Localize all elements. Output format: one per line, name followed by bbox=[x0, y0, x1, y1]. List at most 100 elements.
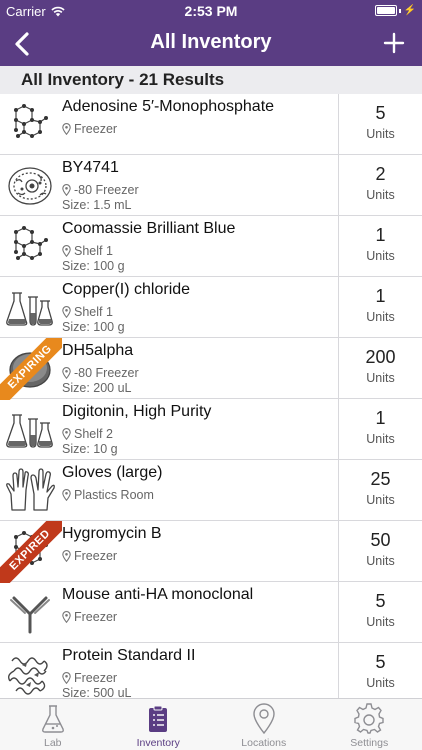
tab-locations[interactable]: Locations bbox=[211, 699, 317, 750]
item-location: Shelf 1 bbox=[62, 303, 332, 320]
quantity-unit: Units bbox=[366, 554, 395, 568]
quantity-unit: Units bbox=[366, 615, 395, 629]
battery-icon: ⚡ bbox=[374, 5, 416, 16]
item-name: Hygromycin B bbox=[62, 525, 162, 542]
map-pin-icon bbox=[211, 703, 317, 735]
item-info: Adenosine 5′-Monophosphate Freezer bbox=[62, 98, 332, 153]
item-name: Copper(I) chloride bbox=[62, 281, 191, 298]
inventory-row[interactable]: Coomassie Brilliant Blue Shelf 1 Size: 1… bbox=[0, 216, 422, 277]
tab-label: Locations bbox=[241, 737, 287, 749]
item-quantity: 50 Units bbox=[338, 521, 422, 581]
item-quantity: 5 Units bbox=[338, 643, 422, 698]
item-quantity: 5 Units bbox=[338, 94, 422, 154]
inventory-row[interactable]: DH5alpha -80 Freezer Size: 200 uL 200 Un… bbox=[0, 338, 422, 400]
quantity-unit: Units bbox=[366, 676, 395, 690]
item-info: Gloves (large) Plastics Room bbox=[62, 464, 332, 519]
clipboard-icon bbox=[106, 703, 212, 735]
item-quantity: 2 Units bbox=[338, 155, 422, 215]
item-location-label: Shelf 1 bbox=[74, 304, 113, 319]
item-name: Gloves (large) bbox=[62, 464, 163, 481]
item-location-label: Shelf 2 bbox=[74, 426, 113, 441]
item-name: Mouse anti-HA monoclonal bbox=[62, 586, 254, 603]
tab-inventory[interactable]: Inventory bbox=[106, 699, 212, 750]
item-info: Copper(I) chloride Shelf 1 Size: 100 g bbox=[62, 281, 332, 336]
item-size bbox=[62, 503, 332, 519]
item-location: -80 Freezer bbox=[62, 364, 332, 381]
item-size: Size: 100 g bbox=[62, 259, 125, 273]
location-pin-icon bbox=[62, 671, 71, 684]
results-header: All Inventory - 21 Results bbox=[0, 66, 422, 94]
quantity-value: 1 bbox=[375, 408, 386, 428]
tab-lab[interactable]: Lab bbox=[0, 699, 106, 750]
tab-label: Settings bbox=[350, 737, 389, 749]
antibody-icon bbox=[4, 586, 56, 638]
quantity-value: 5 bbox=[375, 103, 386, 123]
quantity-value: 1 bbox=[375, 286, 386, 306]
quantity-unit: Units bbox=[366, 127, 395, 141]
inventory-row[interactable]: Protein Standard II Freezer Size: 500 uL… bbox=[0, 643, 422, 698]
item-info: DH5alpha -80 Freezer Size: 200 uL bbox=[62, 342, 332, 397]
item-name: BY4741 bbox=[62, 159, 119, 176]
item-size: Size: 500 uL bbox=[62, 686, 132, 698]
tab-settings[interactable]: Settings bbox=[317, 699, 422, 750]
page-title: All Inventory bbox=[150, 31, 272, 53]
inventory-row[interactable]: Gloves (large) Plastics Room 25 Units bbox=[0, 460, 422, 521]
item-location: Shelf 2 bbox=[62, 425, 332, 442]
location-pin-icon bbox=[62, 427, 71, 440]
item-location: -80 Freezer bbox=[62, 181, 332, 198]
molecule-icon bbox=[4, 98, 56, 150]
flask-icon bbox=[0, 703, 106, 735]
tab-label: Inventory bbox=[136, 737, 180, 749]
item-location: Freezer bbox=[62, 608, 332, 625]
item-info: Hygromycin B Freezer bbox=[62, 525, 332, 580]
item-name: Protein Standard II bbox=[62, 647, 196, 664]
flask-icon bbox=[4, 281, 56, 333]
molecule-icon bbox=[4, 525, 56, 577]
quantity-value: 25 bbox=[370, 469, 391, 489]
location-pin-icon bbox=[62, 183, 71, 196]
inventory-row[interactable]: Adenosine 5′-Monophosphate Freezer 5 Uni… bbox=[0, 94, 422, 155]
item-location: Freezer bbox=[62, 669, 332, 686]
inventory-row[interactable]: Digitonin, High Purity Shelf 2 Size: 10 … bbox=[0, 399, 422, 460]
item-size: Size: 1.5 mL bbox=[62, 198, 132, 212]
location-pin-icon bbox=[62, 549, 71, 562]
gear-icon bbox=[317, 703, 422, 735]
item-location-label: Freezer bbox=[74, 609, 118, 624]
item-quantity: 5 Units bbox=[338, 582, 422, 642]
quantity-unit: Units bbox=[366, 188, 395, 202]
item-name: Adenosine 5′-Monophosphate bbox=[62, 98, 275, 115]
tab-label: Lab bbox=[43, 737, 62, 749]
tab-bar: Lab Inventory Locations Settings bbox=[0, 698, 422, 750]
cell-icon bbox=[4, 159, 56, 211]
location-pin-icon bbox=[62, 305, 71, 318]
flask-icon bbox=[4, 403, 56, 455]
inventory-list[interactable]: Adenosine 5′-Monophosphate Freezer 5 Uni… bbox=[0, 94, 422, 698]
inventory-row[interactable]: Mouse anti-HA monoclonal Freezer 5 Units bbox=[0, 582, 422, 643]
item-quantity: 1 Units bbox=[338, 277, 422, 337]
quantity-value: 1 bbox=[375, 225, 386, 245]
quantity-value: 200 bbox=[365, 347, 396, 367]
item-location: Freezer bbox=[62, 547, 332, 564]
quantity-value: 50 bbox=[370, 530, 391, 550]
item-info: Digitonin, High Purity Shelf 2 Size: 10 … bbox=[62, 403, 332, 458]
item-location-label: Freezer bbox=[74, 121, 118, 136]
add-item-button[interactable] bbox=[382, 30, 406, 56]
item-location-label: Freezer bbox=[74, 548, 118, 563]
molecule-icon bbox=[4, 220, 56, 272]
item-size: Size: 200 uL bbox=[62, 381, 132, 395]
status-time: 2:53 PM bbox=[184, 3, 238, 19]
inventory-row[interactable]: Copper(I) chloride Shelf 1 Size: 100 g 1… bbox=[0, 277, 422, 338]
location-pin-icon bbox=[62, 244, 71, 257]
item-size bbox=[62, 625, 332, 641]
item-location-label: Plastics Room bbox=[74, 487, 154, 502]
item-quantity: 25 Units bbox=[338, 460, 422, 520]
quantity-unit: Units bbox=[366, 432, 395, 446]
item-location: Freezer bbox=[62, 120, 332, 137]
petri-dish-icon bbox=[4, 342, 56, 394]
inventory-row[interactable]: BY4741 -80 Freezer Size: 1.5 mL 2 Units bbox=[0, 155, 422, 216]
gloves-icon bbox=[4, 464, 56, 516]
quantity-unit: Units bbox=[366, 371, 395, 385]
quantity-unit: Units bbox=[366, 310, 395, 324]
quantity-unit: Units bbox=[366, 493, 395, 507]
inventory-row[interactable]: Hygromycin B Freezer 50 Units EXPIRED bbox=[0, 521, 422, 583]
